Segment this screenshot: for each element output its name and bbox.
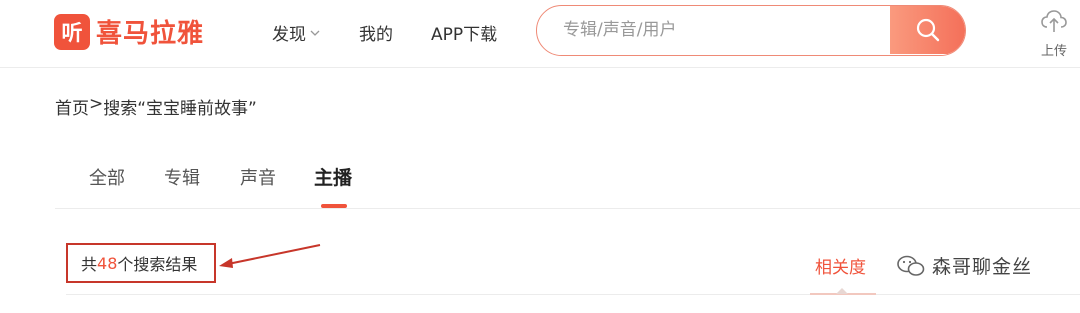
tab-albums[interactable]: 专辑 (164, 164, 200, 190)
sort-caret-icon (836, 288, 848, 294)
watermark-text: 森哥聊金丝 (932, 256, 1033, 278)
upload-button[interactable]: 上传 (1034, 8, 1074, 59)
watermark: 森哥聊金丝 (896, 252, 1032, 279)
page: 听 喜马拉雅 发现 我的 APP下载 专辑/声音/用户 上传 首页 > 搜索“宝… (0, 0, 1080, 313)
tab-sounds[interactable]: 声音 (240, 164, 276, 190)
results-divider (66, 294, 1080, 295)
search-icon (916, 18, 939, 42)
nav-item-mine[interactable]: 我的 (359, 20, 393, 45)
nav-item-discover[interactable]: 发现 (272, 20, 321, 45)
top-header: 听 喜马拉雅 发现 我的 APP下载 专辑/声音/用户 上传 (0, 0, 1080, 68)
results-count-annotation: 共 48 个搜索结果 (66, 243, 216, 283)
annotation-arrow-icon (219, 244, 321, 268)
chevron-down-icon (310, 30, 320, 36)
cloud-upload-icon (1041, 10, 1067, 32)
nav-item-label: 我的 (359, 25, 393, 45)
tab-anchors[interactable]: 主播 (314, 163, 352, 190)
main-nav: 发现 我的 APP下载 (272, 20, 535, 45)
breadcrumb-current: 搜索“宝宝睡前故事” (103, 99, 257, 119)
tab-all[interactable]: 全部 (89, 164, 125, 190)
nav-item-label: APP下载 (431, 25, 498, 45)
search-tabs: 全部 专辑 声音 主播 (55, 158, 1080, 209)
results-suffix: 个搜索结果 (117, 255, 198, 274)
logo-badge: 听 (54, 13, 90, 50)
active-tab-indicator (321, 204, 347, 208)
results-prefix: 共 (81, 255, 98, 274)
results-count: 48 (97, 253, 118, 273)
breadcrumb-home[interactable]: 首页 (55, 94, 89, 119)
sort-relevance[interactable]: 相关度 (815, 253, 866, 278)
search-button[interactable] (890, 6, 965, 54)
upload-label: 上传 (1040, 44, 1067, 59)
search-input[interactable] (537, 6, 892, 54)
search-bar (536, 5, 966, 56)
nav-item-label: 发现 (272, 25, 306, 45)
logo[interactable]: 听 喜马拉雅 (54, 13, 204, 50)
breadcrumb-separator: > (89, 94, 104, 114)
wechat-icon (897, 255, 925, 276)
nav-item-app-download[interactable]: APP下载 (431, 20, 497, 45)
breadcrumb: 首页 > 搜索“宝宝睡前故事” (55, 94, 257, 119)
logo-text: 喜马拉雅 (96, 19, 205, 49)
